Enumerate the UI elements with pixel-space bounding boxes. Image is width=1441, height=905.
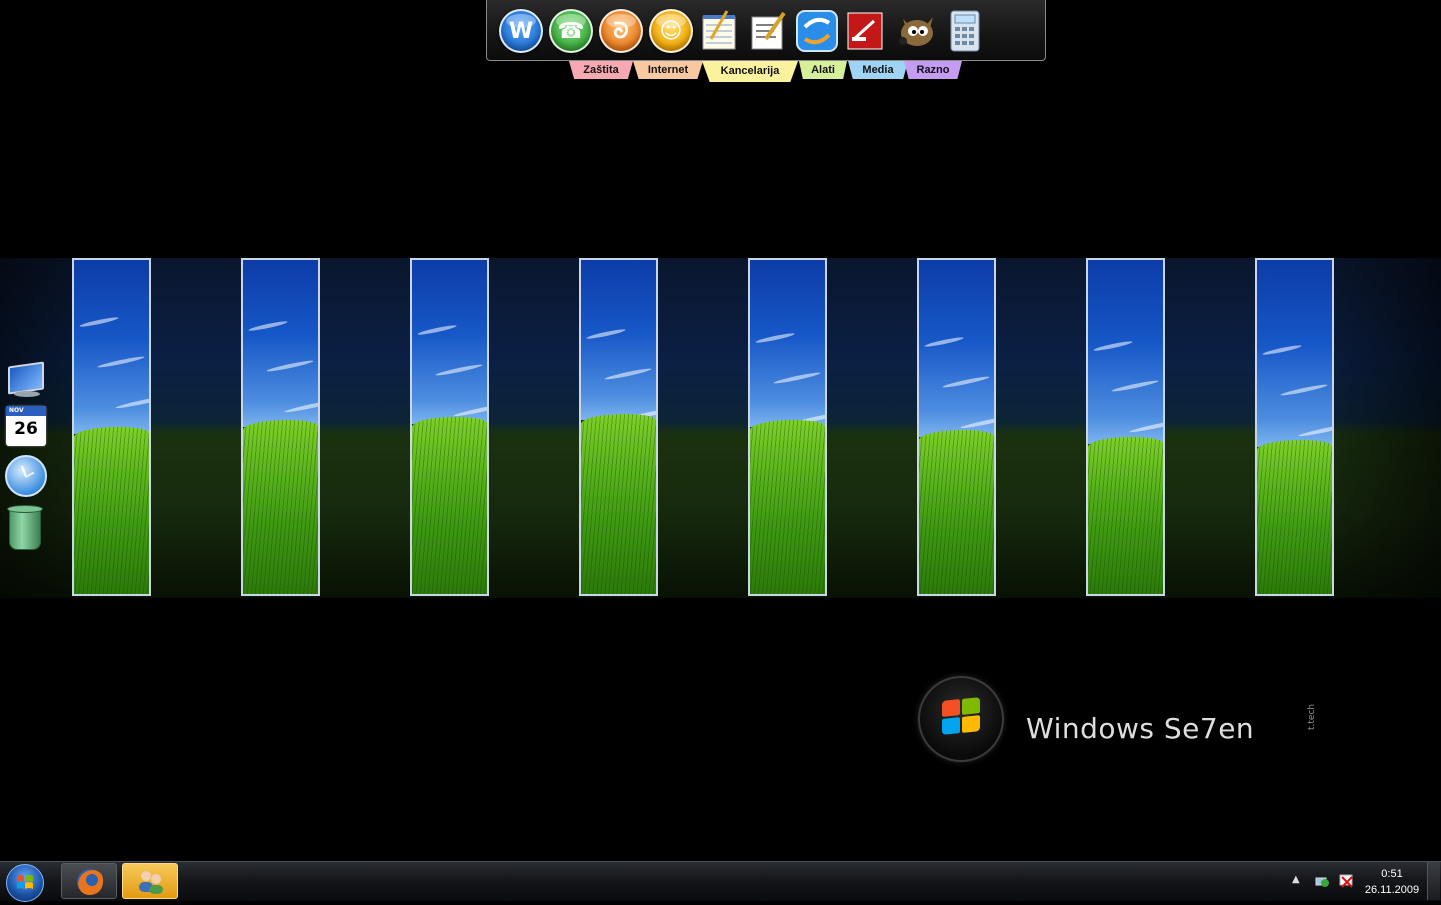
start-button[interactable] <box>6 864 44 902</box>
windows-flag-icon <box>17 875 33 889</box>
security-alert-icon[interactable] <box>1339 872 1355 888</box>
firefox-icon <box>77 869 104 895</box>
flag-red-quadrant <box>942 699 960 717</box>
taskbar: ▲ 0:51 26.11.2009 <box>0 861 1441 902</box>
sync-app-icon[interactable] <box>795 9 839 53</box>
tab-alati[interactable]: Alati <box>799 61 847 79</box>
flag-blue-quadrant <box>942 717 960 735</box>
network-icon[interactable] <box>1314 872 1330 888</box>
calendar-day: 26 <box>14 419 38 439</box>
pdf-app-icon[interactable] <box>844 9 888 53</box>
system-clock[interactable]: 0:51 26.11.2009 <box>1362 866 1422 898</box>
wallpaper-shading <box>0 258 1441 598</box>
recycle-bin-icon[interactable] <box>4 504 48 550</box>
phone-app-icon[interactable]: ☎ <box>549 9 593 53</box>
tab-media[interactable]: Media <box>848 61 908 79</box>
calculator-icon[interactable] <box>943 9 987 53</box>
orange-app-icon[interactable]: ᘐ <box>599 9 643 53</box>
wallpaper-panel <box>72 258 151 596</box>
calendar-month: NOV <box>6 406 46 416</box>
tab-kancelarija[interactable]: Kancelarija <box>702 61 798 82</box>
wallpaper-panel <box>1255 258 1334 596</box>
wunderlist-style-icon[interactable]: W <box>499 9 543 53</box>
taskbar-firefox-button[interactable] <box>61 863 117 899</box>
windows-logo-orb <box>918 676 1004 762</box>
gimp-icon[interactable] <box>893 9 937 53</box>
clock-gadget[interactable] <box>4 454 48 497</box>
show-desktop-button[interactable] <box>1427 862 1440 900</box>
wallpaper-panel <box>917 258 996 596</box>
flag-yellow-quadrant <box>962 715 980 733</box>
clock-date: 26.11.2009 <box>1364 884 1420 896</box>
brand-text: Windows Se7en <box>1026 712 1255 745</box>
wordpad-icon[interactable] <box>746 9 790 53</box>
clock-time: 0:51 <box>1381 868 1403 880</box>
app-launcher-dock: W ☎ ᘐ ☺ <box>486 0 1046 61</box>
brand-suffix: t.tech <box>1307 703 1317 730</box>
tab-razno[interactable]: Razno <box>904 61 962 79</box>
wallpaper-panel <box>748 258 827 596</box>
wallpaper-panel <box>1086 258 1165 596</box>
notepad-icon[interactable] <box>697 9 741 53</box>
tray-expand-arrow[interactable]: ▲ <box>1292 874 1300 885</box>
computer-icon[interactable] <box>4 360 48 400</box>
wallpaper-panel <box>241 258 320 596</box>
flag-green-quadrant <box>962 697 980 715</box>
users-icon <box>139 871 163 894</box>
smiley-app-icon[interactable]: ☺ <box>649 9 693 53</box>
calendar-gadget[interactable]: NOV 26 <box>4 406 48 448</box>
wallpaper-panel <box>410 258 489 596</box>
wallpaper-panel <box>579 258 658 596</box>
taskbar-users-button[interactable] <box>122 863 178 899</box>
tab-zastita[interactable]: Zaštita <box>569 61 633 79</box>
tab-internet[interactable]: Internet <box>633 61 703 79</box>
